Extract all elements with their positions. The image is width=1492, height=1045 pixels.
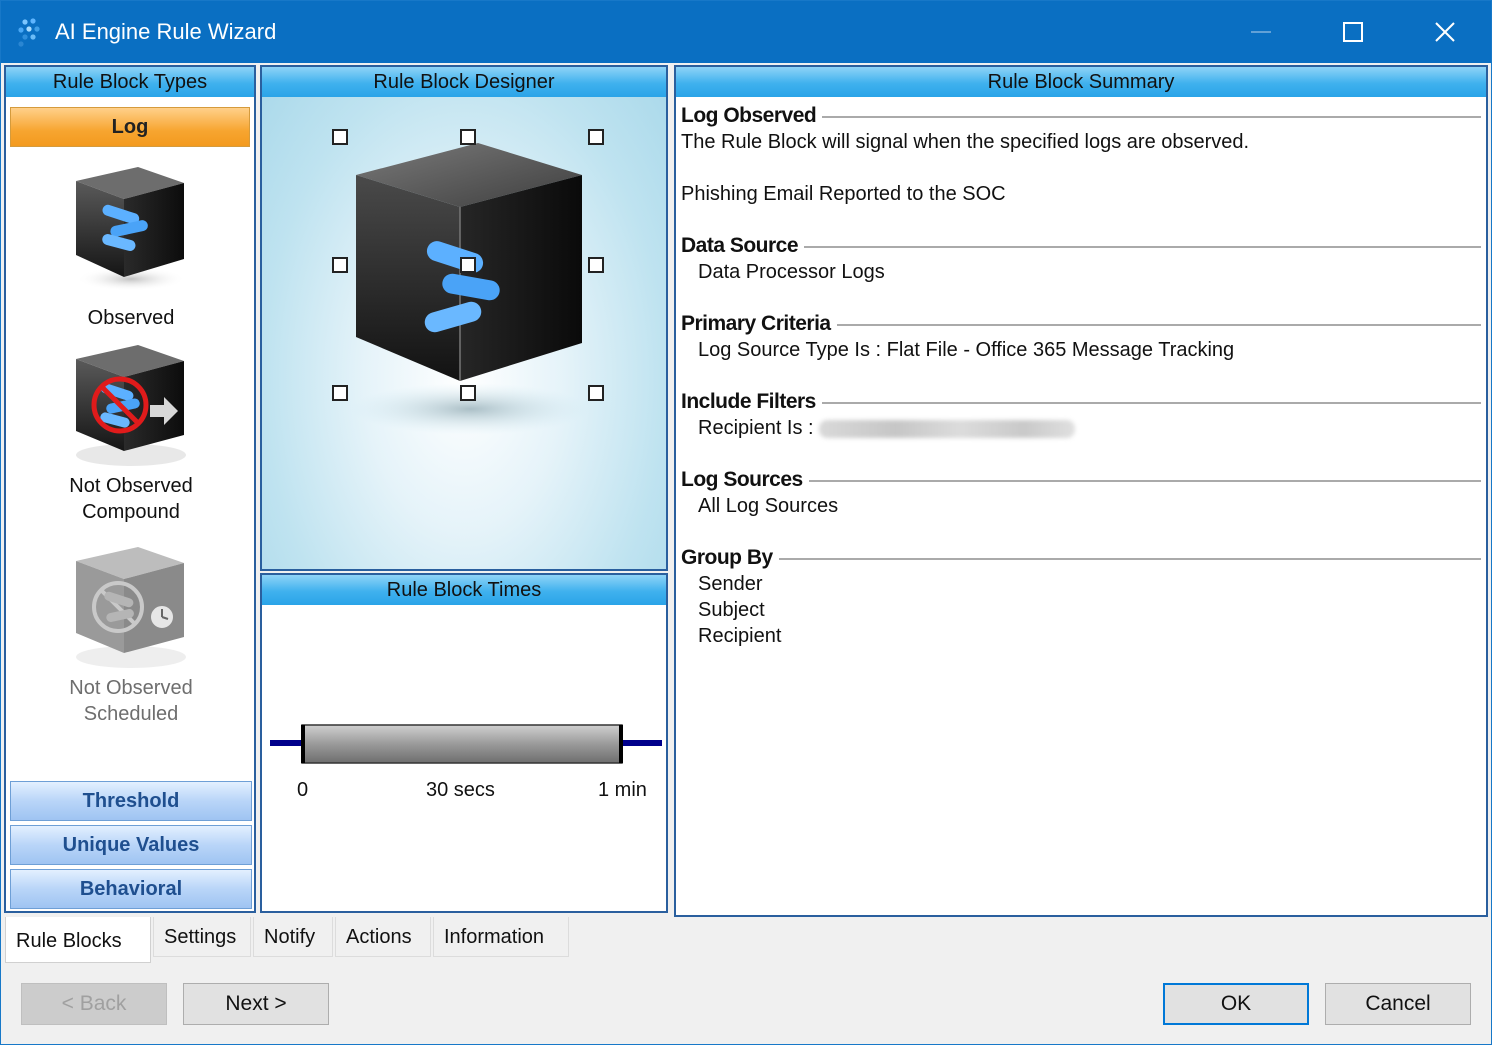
next-button[interactable]: Next >	[183, 983, 329, 1025]
include-filters-heading: Include Filters	[681, 390, 816, 413]
rule-block-designer-panel[interactable]: Rule Block Designer	[260, 65, 668, 571]
group-by-item: Recipient	[698, 625, 782, 647]
data-source-heading: Data Source	[681, 234, 799, 257]
block-not-observed-scheduled-label-2: Scheduled	[83, 703, 179, 725]
summary-log-sources: Log Sources All Log Sources	[681, 467, 1481, 519]
observed-cube-icon[interactable]	[342, 131, 602, 461]
block-observed-label: Observed	[87, 307, 175, 329]
rule-block-types-header: Rule Block Types	[6, 67, 254, 97]
observed-cube-icon	[76, 167, 186, 291]
log-observed-description: The Rule Block will signal when the spec…	[681, 131, 1250, 153]
ok-button[interactable]: OK	[1163, 983, 1309, 1025]
rule-block-name: Phishing Email Reported to the SOC	[681, 183, 1006, 205]
tab-information[interactable]: Information	[433, 917, 569, 957]
back-button[interactable]: < Back	[21, 983, 167, 1025]
summary-include-filters: Include Filters Recipient Is :	[681, 389, 1481, 441]
recipient-filter-label: Recipient Is :	[698, 417, 814, 439]
resize-handle-bottom[interactable]	[460, 385, 476, 401]
rule-block-designer-header: Rule Block Designer	[262, 67, 666, 97]
log-sources-heading: Log Sources	[681, 468, 803, 491]
minimize-button[interactable]	[1215, 1, 1307, 63]
primary-criteria-value: Log Source Type Is : Flat File - Office …	[698, 339, 1235, 361]
tab-rule-blocks[interactable]: Rule Blocks	[5, 917, 151, 963]
resize-handle-left[interactable]	[332, 257, 348, 273]
time-label-mid: 30 secs	[426, 779, 495, 801]
summary-primary-criteria: Primary Criteria Log Source Type Is : Fl…	[681, 311, 1481, 363]
rule-block-times-header: Rule Block Times	[262, 575, 666, 605]
window-title: AI Engine Rule Wizard	[55, 19, 277, 44]
group-by-item: Sender	[698, 573, 763, 595]
time-label-end: 1 min	[598, 779, 647, 801]
not-observed-compound-icon	[76, 345, 186, 466]
resize-handle-top[interactable]	[460, 129, 476, 145]
time-label-start: 0	[297, 779, 309, 801]
rule-block-summary-panel: Rule Block Summary Log Observed The Rule…	[674, 65, 1488, 917]
section-divider	[808, 480, 1481, 482]
log-sources-value: All Log Sources	[698, 495, 839, 517]
block-observed[interactable]: Observed	[16, 159, 246, 331]
log-observed-heading: Log Observed	[681, 104, 817, 127]
block-not-observed-scheduled[interactable]: Not Observed Scheduled	[16, 541, 246, 727]
tab-settings[interactable]: Settings	[153, 917, 251, 957]
category-log-button[interactable]: Log	[10, 107, 250, 147]
block-not-observed-compound[interactable]: Not Observed Compound	[16, 339, 246, 525]
group-by-item: Subject	[698, 599, 765, 621]
maximize-button[interactable]	[1307, 1, 1399, 63]
primary-criteria-heading: Primary Criteria	[681, 312, 831, 335]
section-divider	[822, 116, 1481, 118]
resize-handle-right[interactable]	[588, 257, 604, 273]
not-observed-scheduled-icon	[76, 547, 186, 668]
title-bar[interactable]: AI Engine Rule Wizard	[1, 1, 1491, 63]
resize-handle-top-right[interactable]	[588, 129, 604, 145]
rule-block-summary-header: Rule Block Summary	[676, 67, 1486, 97]
section-divider	[804, 246, 1481, 248]
maximize-icon	[1343, 22, 1363, 42]
data-source-value: Data Processor Logs	[698, 261, 885, 283]
tab-notify[interactable]: Notify	[253, 917, 333, 957]
group-by-heading: Group By	[681, 546, 773, 569]
resize-handle-center[interactable]	[460, 257, 476, 273]
resize-handle-bottom-right[interactable]	[588, 385, 604, 401]
app-logo-icon	[18, 18, 40, 47]
category-behavioral-button[interactable]: Behavioral	[10, 869, 252, 909]
close-icon	[1435, 22, 1455, 42]
wizard-tabs: Rule Blocks Settings Notify Actions Info…	[5, 917, 571, 963]
summary-data-source: Data Source Data Processor Logs	[681, 233, 1481, 285]
tab-actions[interactable]: Actions	[335, 917, 431, 957]
redacted-recipient-value	[819, 419, 1076, 438]
cancel-button[interactable]: Cancel	[1325, 983, 1471, 1025]
include-filters-line: Recipient Is :	[681, 415, 1481, 441]
block-not-observed-compound-label-2: Compound	[82, 501, 180, 523]
rule-block-types-panel: Rule Block Types Log Observed Not Observ…	[4, 65, 256, 913]
summary-group-by: Group By Sender Subject Recipient	[681, 545, 1481, 649]
resize-handle-bottom-left[interactable]	[332, 385, 348, 401]
rule-block-times-panel: Rule Block Times 0 30 secs 1 min	[260, 573, 668, 913]
block-not-observed-scheduled-label-1: Not Observed	[69, 677, 193, 699]
minimize-icon	[1251, 31, 1271, 33]
resize-handle-top-left[interactable]	[332, 129, 348, 145]
category-unique-values-button[interactable]: Unique Values	[10, 825, 252, 865]
close-button[interactable]	[1399, 1, 1491, 63]
section-divider	[836, 324, 1481, 326]
wizard-window: AI Engine Rule Wizard Rule Block Types L…	[0, 0, 1492, 1045]
category-threshold-button[interactable]: Threshold	[10, 781, 252, 821]
time-range-slider[interactable]	[270, 719, 662, 769]
summary-log-observed: Log Observed The Rule Block will signal …	[681, 103, 1481, 207]
section-divider	[778, 558, 1481, 560]
section-divider	[821, 402, 1481, 404]
block-not-observed-compound-label-1: Not Observed	[69, 475, 193, 497]
